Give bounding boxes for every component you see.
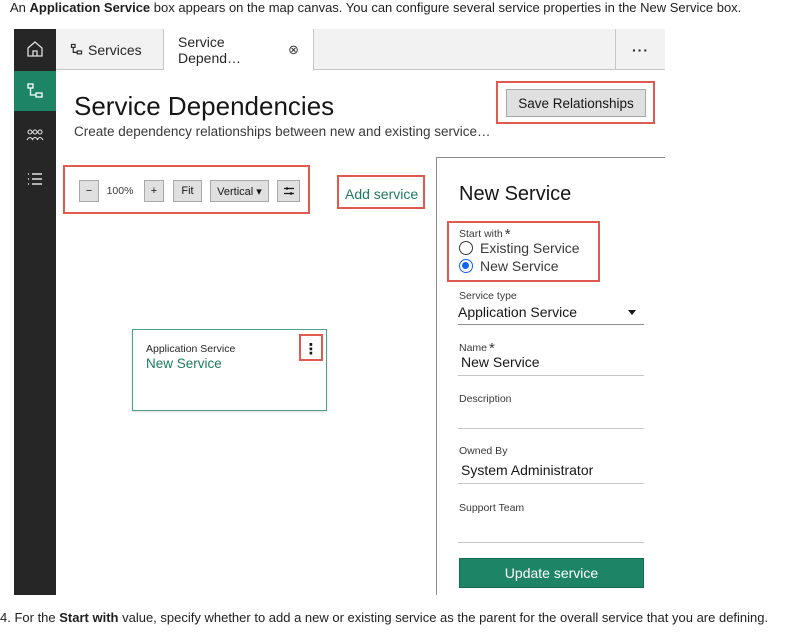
- tab-service-dependencies[interactable]: Service Depend… ⊗: [164, 29, 314, 71]
- service-type-value: Application Service: [458, 304, 578, 320]
- node-service-name: New Service: [146, 356, 222, 371]
- radio-circle[interactable]: [459, 241, 473, 255]
- add-service-link[interactable]: Add service: [345, 186, 418, 202]
- panel-title: New Service: [459, 183, 572, 205]
- tab-services[interactable]: Services: [56, 29, 164, 70]
- caption-prefix: An: [10, 0, 30, 15]
- caption-bold: Application Service: [29, 0, 151, 15]
- footer-suffix: value, specify whether to add a new or e…: [118, 610, 769, 625]
- app-window: Services Service Depend… ⊗ ··· Service D…: [14, 29, 665, 595]
- close-icon[interactable]: ⊗: [288, 42, 299, 58]
- service-map-icon: [27, 83, 43, 98]
- doc-caption: An Application Service box appears on th…: [10, 0, 741, 16]
- radio-circle-selected[interactable]: [459, 259, 473, 273]
- rail-item-home[interactable]: [14, 29, 56, 69]
- zoom-level: 100%: [106, 185, 134, 197]
- name-label-text: Name: [459, 342, 488, 354]
- owned-by-label: Owned By: [459, 445, 508, 457]
- save-relationships-button[interactable]: Save Relationships: [506, 89, 646, 117]
- name-input[interactable]: New Service: [458, 354, 644, 376]
- people-icon: [26, 129, 44, 141]
- zoom-out-button[interactable]: −: [79, 180, 99, 202]
- side-rail: [14, 29, 56, 595]
- radio-existing-service[interactable]: Existing Service: [459, 240, 580, 256]
- node-overflow-menu-button[interactable]: ⋮: [301, 338, 321, 360]
- footer-bold: Start with: [59, 610, 119, 625]
- fit-button[interactable]: Fit: [173, 180, 202, 202]
- caret-down-icon: [628, 310, 636, 315]
- sliders-icon: [283, 187, 294, 195]
- start-with-label-text: Start with: [459, 228, 503, 240]
- support-team-label: Support Team: [459, 502, 525, 514]
- service-type-label: Service type: [459, 290, 517, 302]
- description-input[interactable]: [458, 407, 644, 429]
- service-node-card[interactable]: Application Service New Service: [132, 329, 327, 411]
- support-team-input[interactable]: [458, 521, 644, 543]
- rail-item-people[interactable]: [14, 115, 56, 155]
- caption-suffix: box appears on the map canvas. You can c…: [150, 0, 742, 15]
- tab-bar: Services Service Depend… ⊗ ···: [56, 29, 665, 71]
- owned-by-input[interactable]: System Administrator: [458, 462, 644, 484]
- rail-item-service-map[interactable]: [14, 71, 56, 111]
- doc-step-text: 4. For the Start with value, specify whe…: [0, 610, 768, 625]
- zoom-in-button[interactable]: +: [144, 180, 164, 202]
- page-subtitle: Create dependency relationships between …: [74, 124, 491, 139]
- page-title: Service Dependencies: [74, 91, 335, 121]
- settings-adjust-button[interactable]: [277, 180, 300, 202]
- service-map-icon: [70, 43, 83, 55]
- tab-service-dependencies-label: Service Depend…: [178, 33, 242, 66]
- panel-divider-horizontal: [436, 157, 665, 158]
- update-service-button[interactable]: Update service: [459, 558, 644, 588]
- node-service-type: Application Service: [146, 343, 236, 355]
- list-icon: [28, 173, 42, 185]
- radio-new-service[interactable]: New Service: [459, 258, 559, 274]
- layout-dropdown[interactable]: Vertical ▾: [210, 180, 269, 202]
- description-label: Description: [459, 393, 512, 405]
- home-icon: [27, 41, 43, 57]
- tab-overflow-button[interactable]: ···: [615, 29, 665, 70]
- rail-item-list[interactable]: [14, 159, 56, 199]
- service-type-select[interactable]: Application Service: [458, 304, 644, 325]
- tab-services-label: Services: [88, 41, 142, 58]
- radio-new-service-label: New Service: [480, 258, 559, 274]
- radio-existing-service-label: Existing Service: [480, 240, 580, 256]
- panel-divider-vertical: [436, 157, 437, 595]
- footer-prefix: 4. For the: [0, 610, 60, 625]
